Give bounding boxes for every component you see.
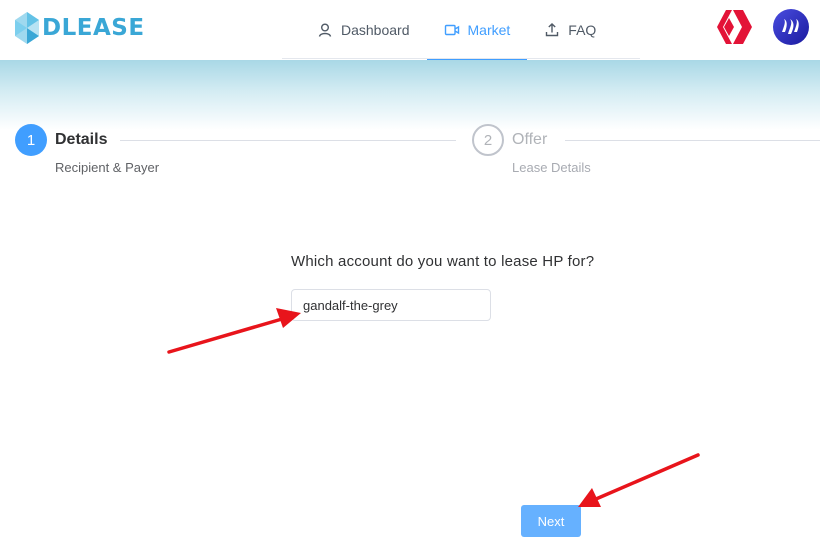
main-nav: Dashboard Market FAQ xyxy=(300,0,613,60)
steem-logo-icon[interactable] xyxy=(772,8,810,46)
account-question: Which account do you want to lease HP fo… xyxy=(291,253,595,270)
step-connector xyxy=(120,140,456,141)
step-1-description: Recipient & Payer xyxy=(55,160,160,175)
nav-dashboard[interactable]: Dashboard xyxy=(300,0,427,60)
arrow-to-next-button xyxy=(578,453,700,507)
step-2-description: Lease Details xyxy=(512,160,591,175)
brand-name: DLEASE xyxy=(42,15,145,41)
step-1-indicator: 1 xyxy=(15,124,47,156)
nav-faq-label: FAQ xyxy=(568,22,597,38)
video-camera-icon xyxy=(444,24,459,36)
nav-market[interactable]: Market xyxy=(426,0,528,60)
nav-faq[interactable]: FAQ xyxy=(527,0,613,60)
nav-dashboard-label: Dashboard xyxy=(341,22,410,38)
header-gradient-banner xyxy=(0,60,820,130)
step-2-indicator: 2 xyxy=(472,124,504,156)
step-1-title: Details xyxy=(55,131,108,148)
nav-market-label: Market xyxy=(467,22,511,38)
top-header: DLEASE Dashboard Market FAQ xyxy=(0,0,820,60)
step-2-number: 2 xyxy=(483,131,493,149)
user-icon xyxy=(318,23,332,37)
dlease-logo[interactable]: DLEASE xyxy=(14,10,145,46)
step-2-title: Offer xyxy=(512,131,548,148)
nav-underline xyxy=(282,58,640,59)
hive-logo-icon[interactable] xyxy=(714,8,756,46)
dlease-logo-icon xyxy=(15,12,39,44)
step-connector-trailing xyxy=(565,140,820,141)
account-input[interactable] xyxy=(291,289,491,321)
step-1-number: 1 xyxy=(26,131,36,149)
arrow-to-input xyxy=(167,308,301,354)
upload-icon xyxy=(546,23,559,37)
next-button[interactable]: Next xyxy=(521,505,581,537)
